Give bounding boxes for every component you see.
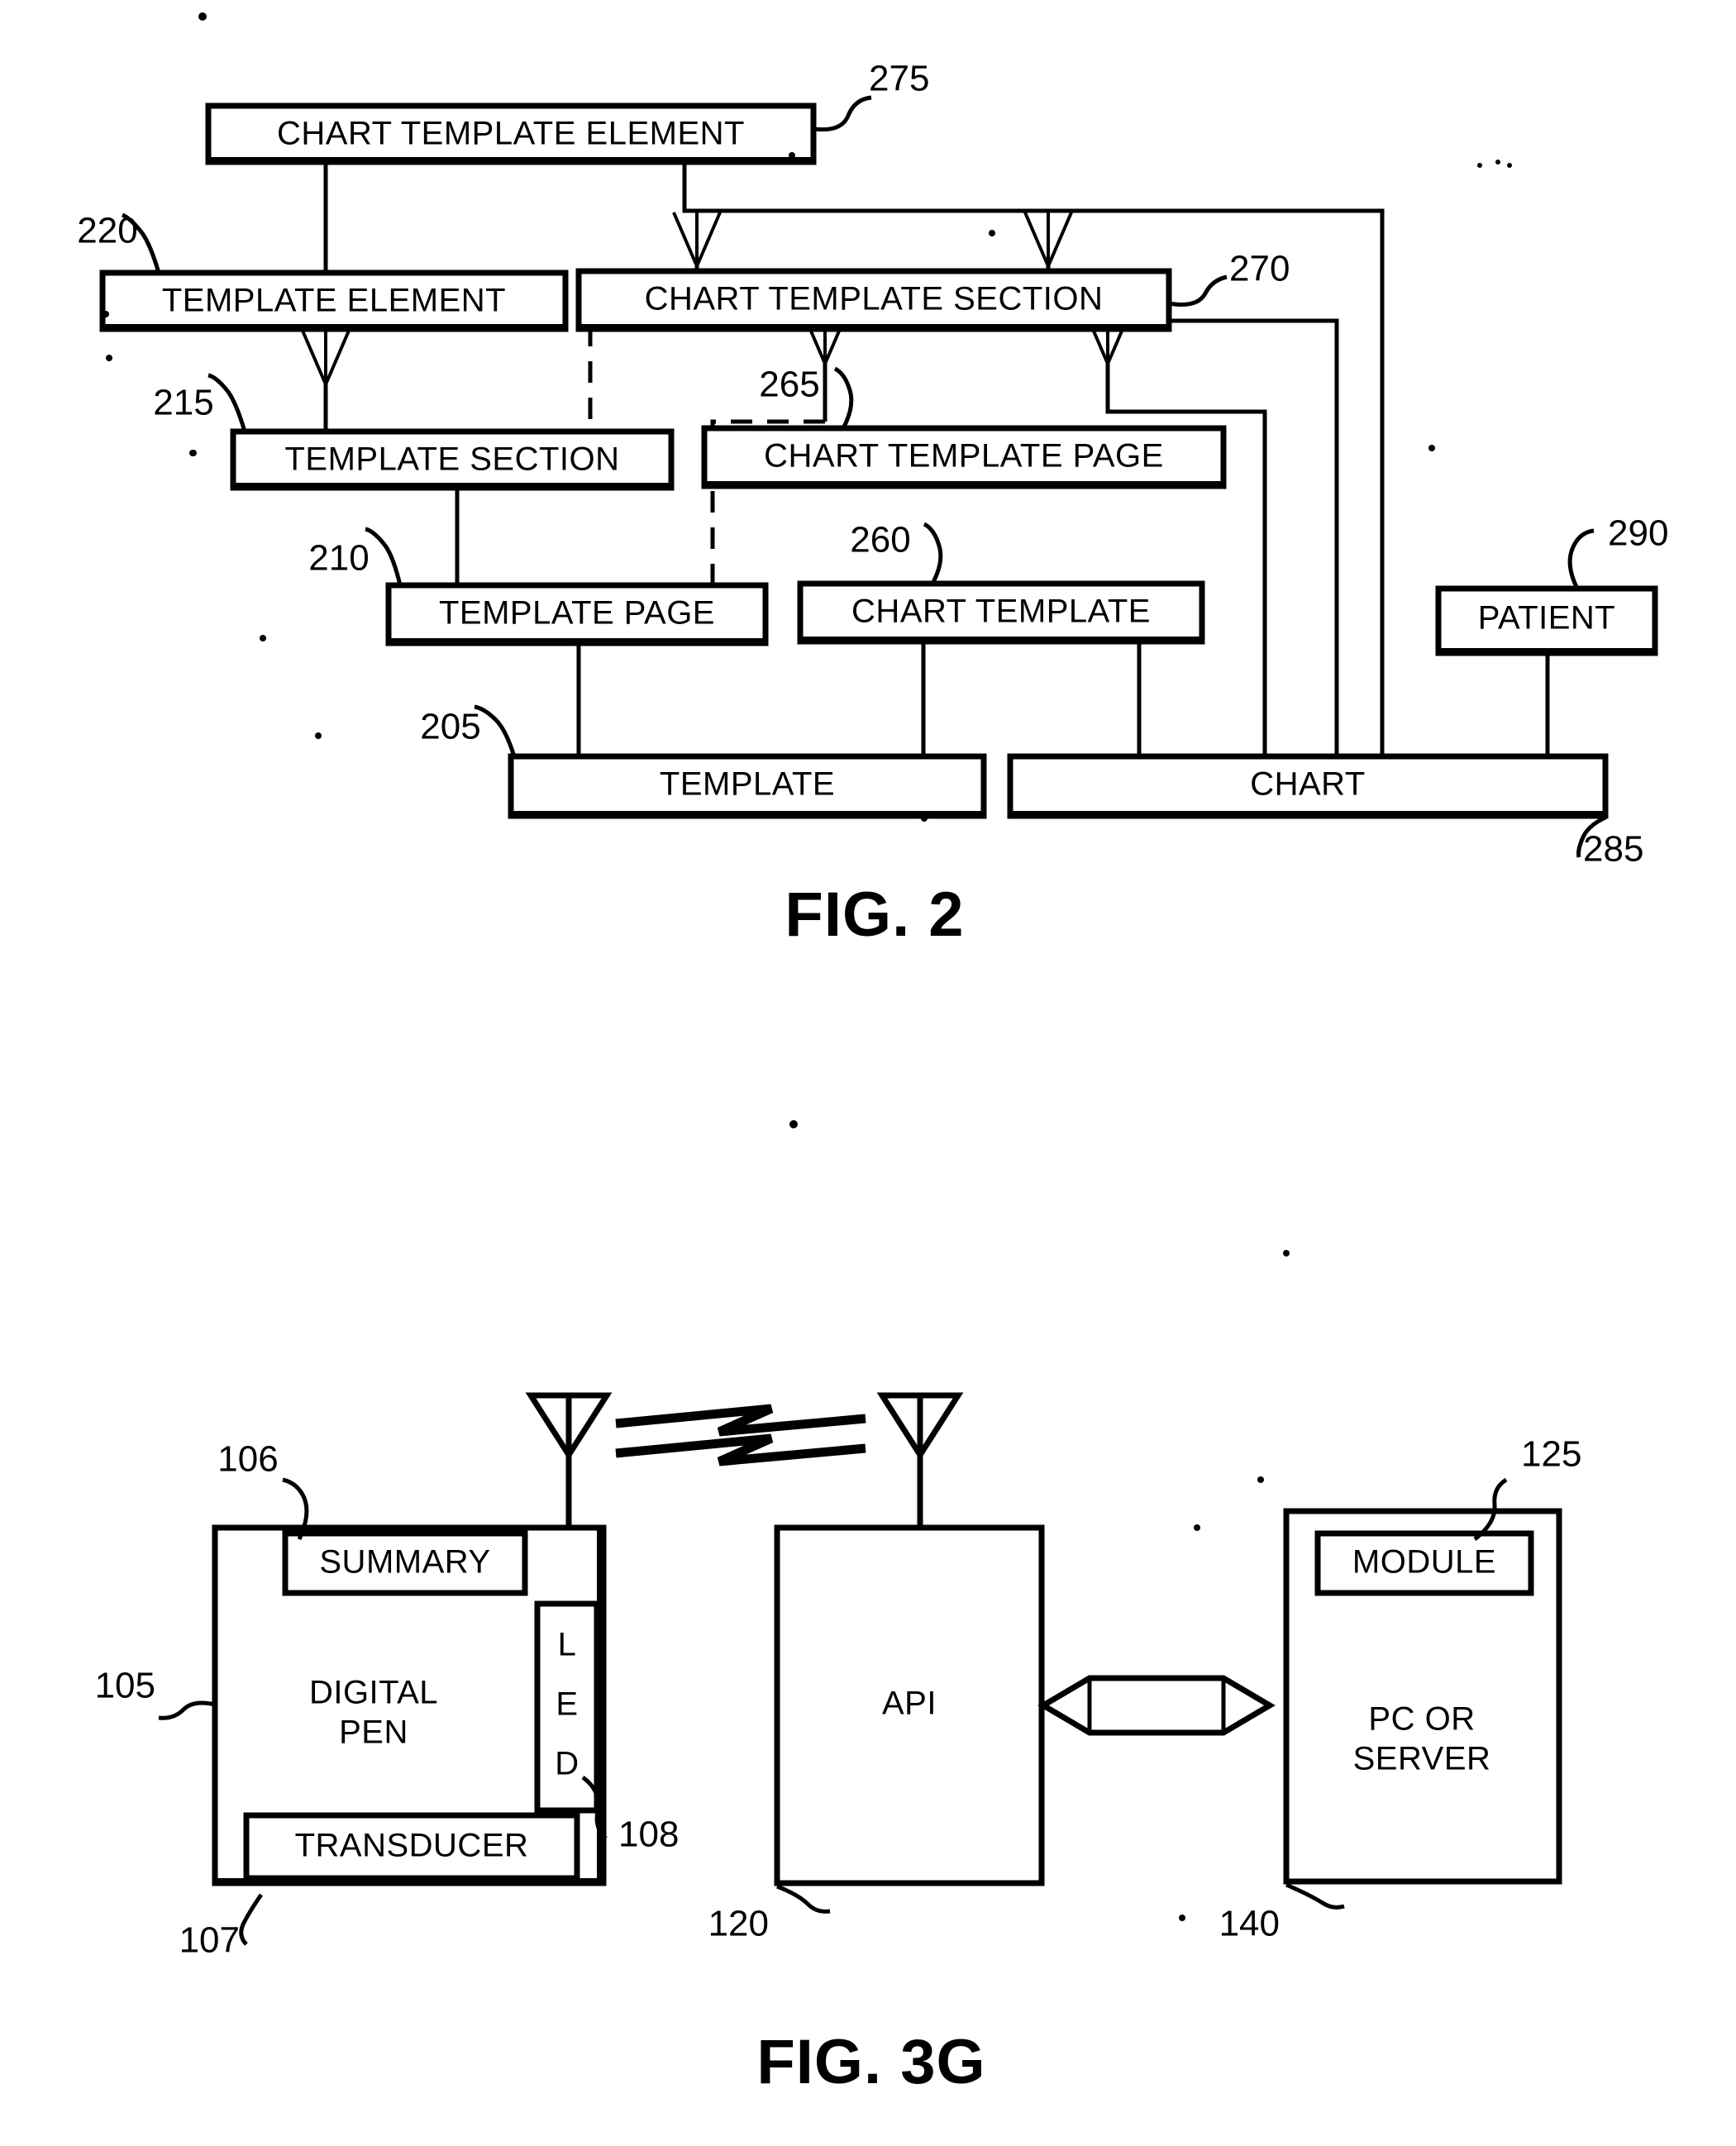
ref-275-text: 275 <box>869 59 929 99</box>
node-template-label: TEMPLATE <box>660 766 835 803</box>
node-template-page-label: TEMPLATE PAGE <box>439 595 715 632</box>
ref-215-text: 215 <box>153 383 213 423</box>
node-digital-pen-label-line1: DIGITAL <box>309 1675 438 1711</box>
node-chart[interactable]: CHART <box>1007 753 1609 819</box>
node-template-element-label: TEMPLATE ELEMENT <box>162 283 506 319</box>
ref-210: 210 <box>308 527 403 586</box>
node-transducer[interactable]: TRANSDUCER <box>243 1812 580 1881</box>
node-template-element[interactable]: TEMPLATE ELEMENT <box>99 269 569 332</box>
node-api-label: API <box>882 1686 937 1722</box>
ref-220: 220 <box>77 211 161 274</box>
patent-drawing-sheet: CHART TEMPLATE ELEMENT 275 TEMPLATE ELEM… <box>0 0 1736 2146</box>
node-chart-template-element-label: CHART TEMPLATE ELEMENT <box>277 116 745 152</box>
ref-107: 107 <box>179 1893 264 1961</box>
ref-260-text: 260 <box>850 520 910 560</box>
ref-140: 140 <box>1219 1882 1345 1944</box>
ref-106-text: 106 <box>217 1439 278 1480</box>
node-summary[interactable]: SUMMARY <box>282 1530 528 1596</box>
ref-205-text: 205 <box>420 707 480 747</box>
node-module-label: MODULE <box>1352 1544 1496 1581</box>
node-template-section-label: TEMPLATE SECTION <box>284 441 619 478</box>
node-led-label-d: D <box>555 1746 579 1782</box>
node-summary-label: SUMMARY <box>319 1544 490 1581</box>
ref-270-text: 270 <box>1229 249 1290 289</box>
ref-105: 105 <box>95 1666 216 1720</box>
node-chart-template[interactable]: CHART TEMPLATE <box>797 580 1205 645</box>
node-chart-template-element[interactable]: CHART TEMPLATE ELEMENT <box>205 103 817 165</box>
figure-3g-caption: FIG. 3G <box>756 2027 985 2097</box>
ref-270: 270 <box>1168 249 1290 307</box>
node-led-label-l: L <box>558 1627 577 1663</box>
ref-220-text: 220 <box>77 211 137 251</box>
node-api[interactable]: API <box>774 1524 1045 1886</box>
node-led-label-e: E <box>556 1686 578 1723</box>
node-digital-pen-label-line2: PEN <box>339 1714 408 1751</box>
node-patient-label: PATIENT <box>1478 600 1615 637</box>
ref-260: 260 <box>850 520 943 585</box>
ref-108-text: 108 <box>618 1815 679 1855</box>
ref-107-text: 107 <box>179 1920 240 1961</box>
node-pc-or-server-label-line2: SERVER <box>1353 1741 1491 1777</box>
ref-140-text: 140 <box>1219 1904 1280 1944</box>
ref-105-text: 105 <box>95 1666 155 1706</box>
ref-290: 290 <box>1567 513 1668 590</box>
node-chart-template-section-label: CHART TEMPLATE SECTION <box>645 281 1104 317</box>
figure-3g: DIGITAL PEN 105 SUMMARY 106 L E D 108 TR… <box>95 1392 1581 2097</box>
ref-275: 275 <box>813 59 929 132</box>
node-template[interactable]: TEMPLATE <box>508 753 987 819</box>
node-transducer-label: TRANSDUCER <box>295 1828 529 1864</box>
drawing-canvas: CHART TEMPLATE ELEMENT 275 TEMPLATE ELEM… <box>77 12 1668 2097</box>
node-patient[interactable]: PATIENT <box>1435 585 1658 656</box>
node-template-section[interactable]: TEMPLATE SECTION <box>230 428 675 491</box>
ref-265: 265 <box>759 365 854 430</box>
ref-265-text: 265 <box>759 365 819 405</box>
ref-210-text: 210 <box>308 538 369 579</box>
node-chart-template-label: CHART TEMPLATE <box>851 594 1151 630</box>
ref-120: 120 <box>708 1884 831 1944</box>
api-server-bus-connector <box>1037 1675 1276 1736</box>
node-pc-or-server-label-line1: PC OR <box>1368 1701 1475 1738</box>
ref-106: 106 <box>217 1439 309 1541</box>
ref-125-text: 125 <box>1521 1434 1581 1475</box>
api-antenna-icon <box>876 1392 964 1528</box>
node-template-page[interactable]: TEMPLATE PAGE <box>385 582 769 646</box>
wireless-signal-icon <box>615 1404 866 1466</box>
node-chart-template-page-label: CHART TEMPLATE PAGE <box>764 438 1164 475</box>
node-module[interactable]: MODULE <box>1314 1530 1534 1596</box>
ref-290-text: 290 <box>1608 513 1668 554</box>
node-chart-template-page[interactable]: CHART TEMPLATE PAGE <box>701 425 1227 489</box>
ref-215: 215 <box>153 373 247 432</box>
ref-285: 285 <box>1576 815 1643 870</box>
pen-antenna-icon <box>525 1392 613 1528</box>
figure-2: CHART TEMPLATE ELEMENT 275 TEMPLATE ELEM… <box>77 59 1668 950</box>
ref-120-text: 120 <box>708 1904 769 1944</box>
node-chart-template-section[interactable]: CHART TEMPLATE SECTION <box>575 268 1172 332</box>
node-chart-label: CHART <box>1250 766 1366 803</box>
figure-2-caption: FIG. 2 <box>785 880 964 950</box>
ref-285-text: 285 <box>1583 829 1643 870</box>
ref-205: 205 <box>420 704 517 757</box>
